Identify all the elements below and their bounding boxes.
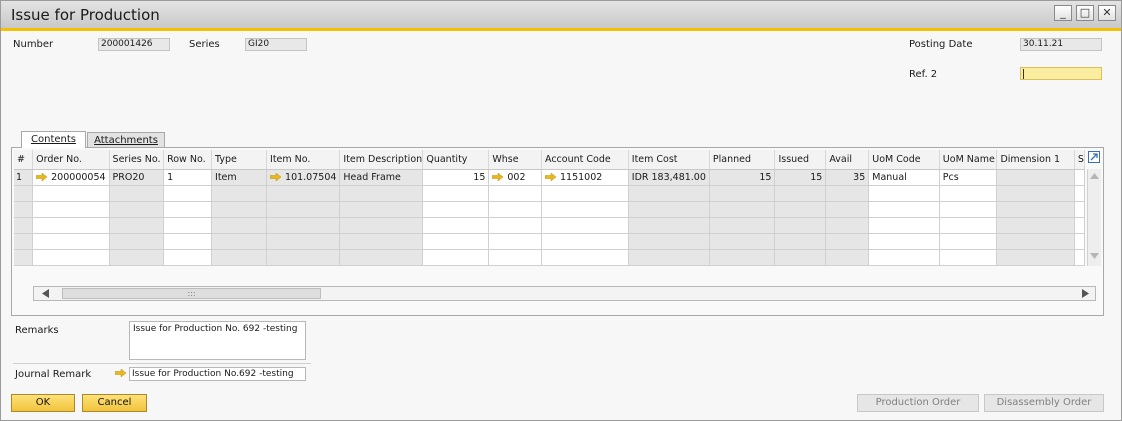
cell-avail: 35 bbox=[825, 169, 870, 186]
production-order-button[interactable]: Production Order bbox=[857, 394, 979, 412]
table-row[interactable] bbox=[14, 233, 1085, 250]
horizontal-scroll-thumb[interactable]: ::: bbox=[62, 288, 321, 299]
item-no-value: 101.07504 bbox=[285, 172, 337, 183]
cell-item-no[interactable]: 101.07504 bbox=[266, 169, 341, 186]
cell-planned: 15 bbox=[709, 169, 776, 186]
table-row[interactable] bbox=[14, 249, 1085, 266]
vertical-scrollbar[interactable] bbox=[1087, 169, 1101, 266]
remarks-textarea[interactable]: Issue for Production No. 692 -testing bbox=[129, 321, 306, 360]
table-row[interactable] bbox=[14, 217, 1085, 234]
number-label: Number bbox=[13, 39, 54, 50]
col-header-dimension1[interactable]: Dimension 1 bbox=[996, 150, 1075, 170]
link-arrow-icon[interactable] bbox=[545, 173, 556, 181]
col-header-avail[interactable]: Avail bbox=[825, 150, 870, 170]
order-no-value: 200000054 bbox=[51, 172, 106, 183]
cell-s[interactable] bbox=[1074, 169, 1085, 186]
journal-remark-field[interactable]: Issue for Production No.692 -testing bbox=[129, 367, 306, 381]
col-header-account-code[interactable]: Account Code bbox=[541, 150, 629, 170]
col-header-uom-name[interactable]: UoM Name bbox=[939, 150, 998, 170]
cell-dimension1[interactable] bbox=[996, 169, 1075, 186]
divider bbox=[13, 363, 311, 364]
col-header-uom-code[interactable]: UoM Code bbox=[868, 150, 940, 170]
cell-uom-name[interactable]: Pcs bbox=[939, 169, 998, 186]
table-row[interactable] bbox=[14, 201, 1085, 218]
col-header-series-no[interactable]: Series No. bbox=[109, 150, 165, 170]
cell-whse[interactable]: 002 bbox=[488, 169, 542, 186]
disassembly-order-button[interactable]: Disassembly Order bbox=[984, 394, 1104, 412]
col-header-item-description[interactable]: Item Description bbox=[339, 150, 424, 170]
close-button[interactable]: ✕ bbox=[1098, 5, 1116, 21]
window-title: Issue for Production bbox=[11, 6, 160, 24]
cell-order-no[interactable]: 200000054 bbox=[32, 169, 110, 186]
contents-panel: # Order No. Series No. Row No. Type Item… bbox=[11, 147, 1104, 316]
whse-value: 002 bbox=[507, 172, 526, 183]
scroll-up-icon[interactable] bbox=[1090, 173, 1099, 179]
ref2-label: Ref. 2 bbox=[909, 69, 938, 80]
scroll-left-icon[interactable] bbox=[42, 289, 49, 298]
col-header-issued[interactable]: Issued bbox=[774, 150, 827, 170]
posting-date-field[interactable]: 30.11.21 bbox=[1020, 38, 1102, 51]
title-bar[interactable]: Issue for Production _ □ ✕ bbox=[1, 1, 1121, 31]
items-table: # Order No. Series No. Row No. Type Item… bbox=[14, 150, 1085, 266]
cell-account-code[interactable]: 1151002 bbox=[541, 169, 629, 186]
tab-attachments-label: Attachments bbox=[94, 135, 158, 146]
horizontal-scrollbar[interactable]: ::: bbox=[33, 286, 1096, 301]
minimize-button[interactable]: _ bbox=[1054, 5, 1072, 21]
account-code-value: 1151002 bbox=[560, 172, 603, 183]
maximize-button[interactable]: □ bbox=[1076, 5, 1094, 21]
table-header-row: # Order No. Series No. Row No. Type Item… bbox=[14, 150, 1085, 170]
table-row[interactable]: 1 200000054 PRO20 1 Item 101.07504 Head … bbox=[14, 169, 1085, 186]
issue-for-production-window: Issue for Production _ □ ✕ Number 200001… bbox=[0, 0, 1122, 421]
cancel-button[interactable]: Cancel bbox=[82, 394, 147, 412]
col-header-order-no[interactable]: Order No. bbox=[32, 150, 110, 170]
link-arrow-icon[interactable] bbox=[492, 173, 504, 181]
cell-issued: 15 bbox=[774, 169, 827, 186]
ref2-field[interactable] bbox=[1020, 67, 1102, 80]
cell-item-description: Head Frame bbox=[339, 169, 424, 186]
cell-row-number: 1 bbox=[14, 169, 34, 186]
scroll-right-icon[interactable] bbox=[1082, 289, 1089, 298]
col-header-quantity[interactable]: Quantity bbox=[422, 150, 490, 170]
cell-series-no: PRO20 bbox=[109, 169, 165, 186]
text-cursor bbox=[1023, 69, 1024, 79]
link-arrow-icon[interactable] bbox=[36, 173, 48, 181]
tab-contents[interactable]: Contents bbox=[21, 131, 86, 148]
posting-date-label: Posting Date bbox=[909, 39, 973, 50]
col-header-type[interactable]: Type bbox=[211, 150, 268, 170]
tab-attachments[interactable]: Attachments bbox=[87, 132, 165, 148]
tab-contents-label: Contents bbox=[31, 134, 76, 145]
remarks-label: Remarks bbox=[15, 325, 59, 336]
col-header-num[interactable]: # bbox=[14, 150, 34, 170]
col-header-row-no[interactable]: Row No. bbox=[163, 150, 213, 170]
ok-button[interactable]: OK bbox=[11, 394, 75, 412]
col-header-item-cost[interactable]: Item Cost bbox=[628, 150, 710, 170]
col-header-whse[interactable]: Whse bbox=[488, 150, 542, 170]
series-label: Series bbox=[189, 39, 220, 50]
cell-row-no[interactable]: 1 bbox=[163, 169, 213, 186]
cell-type: Item bbox=[211, 169, 268, 186]
items-grid: # Order No. Series No. Row No. Type Item… bbox=[14, 150, 1085, 266]
number-field[interactable]: 200001426 bbox=[98, 38, 170, 51]
series-field[interactable]: GI20 bbox=[245, 38, 307, 51]
col-header-s[interactable]: S bbox=[1074, 150, 1085, 170]
cell-uom-code[interactable]: Manual bbox=[868, 169, 940, 186]
expand-table-icon[interactable] bbox=[1088, 151, 1100, 163]
table-row[interactable] bbox=[14, 185, 1085, 202]
cell-quantity[interactable]: 15 bbox=[422, 169, 490, 186]
col-header-planned[interactable]: Planned bbox=[709, 150, 776, 170]
link-arrow-icon[interactable] bbox=[270, 173, 282, 181]
scroll-down-icon[interactable] bbox=[1090, 253, 1099, 259]
col-header-item-no[interactable]: Item No. bbox=[266, 150, 341, 170]
cell-item-cost: IDR 183,481.00 bbox=[628, 169, 710, 186]
journal-remark-label: Journal Remark bbox=[15, 369, 92, 380]
link-arrow-icon[interactable] bbox=[115, 369, 126, 377]
